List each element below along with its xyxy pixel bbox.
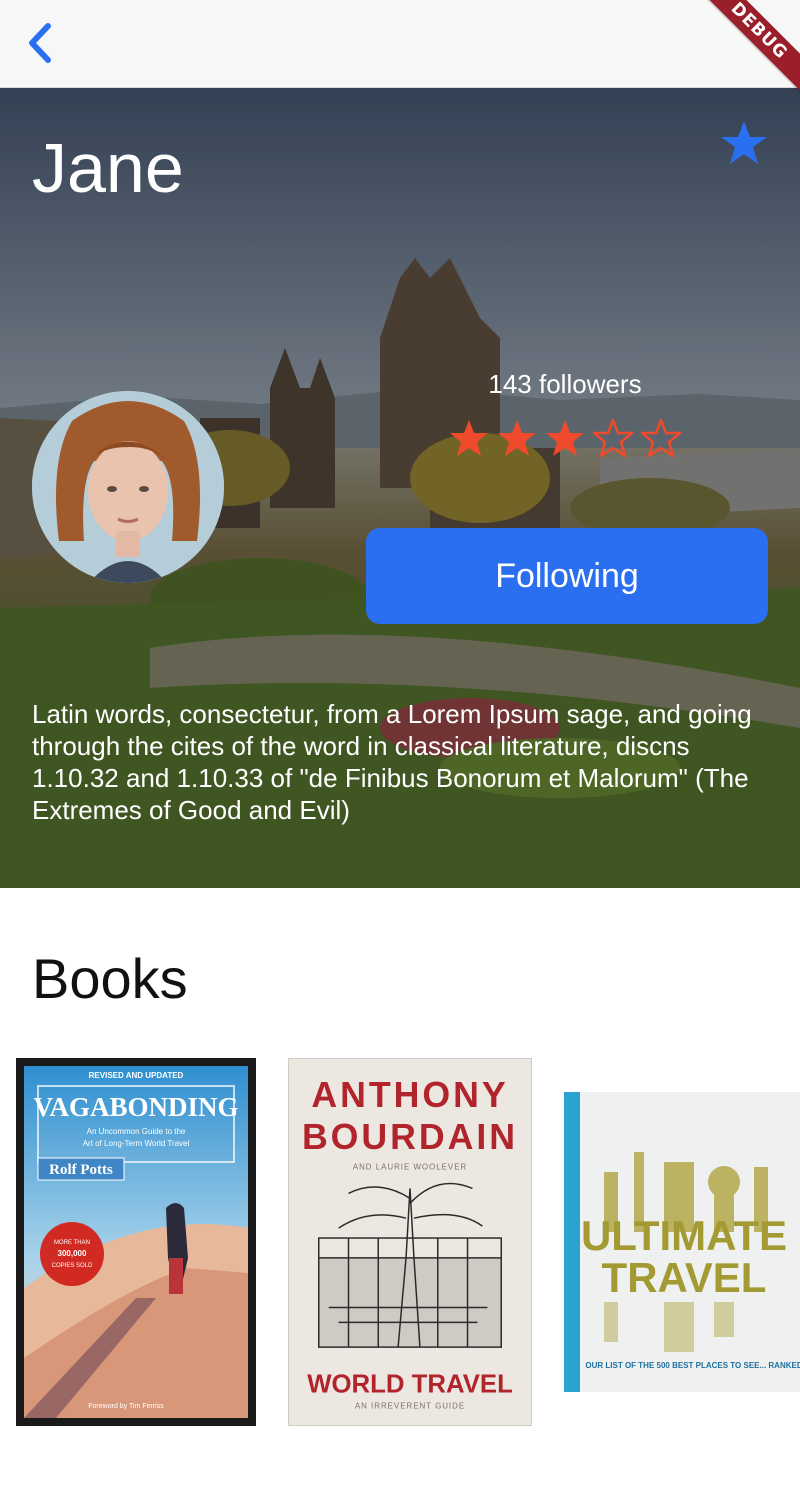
book-title: VAGABONDING [33, 1092, 238, 1122]
book-title-line2: TRAVEL [602, 1254, 767, 1301]
chevron-left-icon [29, 23, 51, 63]
profile-name: Jane [32, 129, 184, 207]
book-author: Rolf Potts [49, 1162, 113, 1178]
book-cover-ultimate-travel[interactable]: ULTIMATE TRAVEL OUR LIST OF THE 500 BEST… [564, 1092, 800, 1392]
book-top-note: REVISED AND UPDATED [89, 1071, 184, 1080]
avatar-image [32, 391, 224, 583]
star-outline-icon [640, 418, 682, 458]
book-cover-image: ULTIMATE TRAVEL OUR LIST OF THE 500 BEST… [564, 1092, 800, 1392]
following-button[interactable]: Following [366, 528, 768, 624]
book-badge-line3: COPIES SOLD [52, 1263, 93, 1269]
app-bar [0, 0, 800, 88]
book-cover-image: ANTHONY BOURDAIN AND LAURIE WOOLEVER WOR… [289, 1059, 531, 1425]
book-foreword: Foreword by Tim Ferriss [88, 1403, 164, 1410]
back-button[interactable] [18, 18, 62, 68]
book-cover-vagabonding[interactable]: REVISED AND UPDATED VAGABONDING An Uncom… [16, 1058, 256, 1426]
book-title-line3: WORLD TRAVEL [307, 1371, 513, 1399]
books-heading: Books [32, 947, 188, 1010]
star-filled-icon [450, 420, 488, 456]
book-subtitle-line1: An Uncommon Guide to the [87, 1127, 186, 1136]
profile-header: Jane 143 followers Following Latin words… [0, 88, 800, 888]
book-subtitle-line2: Art of Long-Term World Travel [83, 1139, 190, 1148]
book-badge-line2: 300,000 [58, 1249, 87, 1258]
book-badge-line1: MORE THAN [54, 1240, 90, 1246]
star-rating [448, 418, 682, 462]
profile-bio: Latin words, consectetur, from a Lorem I… [32, 699, 752, 825]
book-title-line1: ANTHONY [311, 1075, 508, 1115]
book-title-line1: ULTIMATE [581, 1212, 787, 1259]
favorite-button[interactable] [718, 118, 770, 170]
followers-count: 143 followers [488, 369, 642, 399]
book-title-line2: BOURDAIN [302, 1117, 518, 1157]
book-coauthor: AND LAURIE WOOLEVER [353, 1163, 467, 1172]
star-filled-icon [546, 420, 584, 456]
book-cover-world-travel[interactable]: ANTHONY BOURDAIN AND LAURIE WOOLEVER WOR… [288, 1058, 532, 1426]
book-subtitle: AN IRREVERENT GUIDE [355, 1402, 465, 1411]
book-tagline: OUR LIST OF THE 500 BEST PLACES TO SEE..… [585, 1361, 800, 1370]
star-filled-icon [721, 121, 767, 164]
star-outline-icon [592, 418, 634, 458]
book-cover-image: REVISED AND UPDATED VAGABONDING An Uncom… [24, 1066, 248, 1418]
star-filled-icon [498, 420, 536, 456]
avatar [32, 391, 224, 583]
